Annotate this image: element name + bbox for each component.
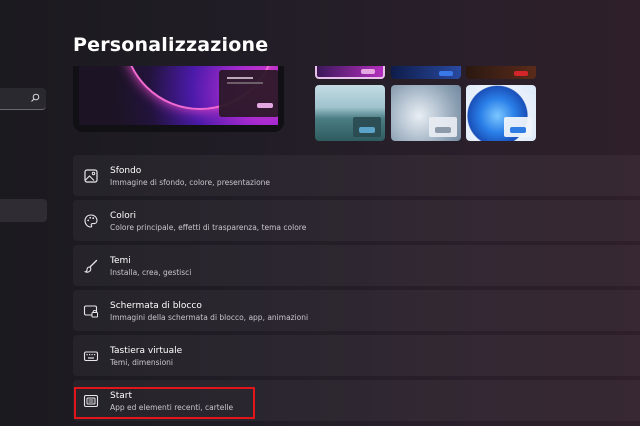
keyboard-icon — [83, 351, 99, 362]
navigation-pane — [0, 0, 54, 426]
preview-window-line — [227, 82, 263, 84]
page-title: Personalizzazione — [73, 34, 269, 56]
setting-title: Tastiera virtuale — [110, 346, 183, 356]
image-icon — [84, 169, 98, 183]
search-input[interactable] — [0, 88, 30, 108]
theme-accent-swatch — [359, 127, 375, 133]
theme-thumbnail-captured-motion[interactable] — [391, 85, 461, 141]
theme-thumbnail-glow[interactable] — [315, 66, 385, 79]
preview-window-line — [227, 77, 253, 79]
theme-thumbnail-blue[interactable] — [391, 66, 461, 79]
nav-item-personalization[interactable] — [0, 199, 47, 222]
setting-tastiera-virtuale[interactable]: Tastiera virtuale Temi, dimensioni — [73, 335, 640, 376]
desktop-preview — [73, 66, 284, 132]
search-box[interactable] — [0, 88, 46, 110]
theme-accent-swatch — [514, 71, 528, 76]
preview-accent-button — [257, 103, 273, 108]
theme-accent-swatch — [435, 127, 451, 133]
setting-description: Immagini della schermata di blocco, app,… — [110, 313, 309, 322]
palette-icon — [84, 214, 98, 228]
setting-start[interactable]: Start App ed elementi recenti, cartelle — [73, 380, 640, 421]
lock-screen-icon — [83, 305, 98, 318]
setting-colori[interactable]: Colori Colore principale, effetti di tra… — [73, 200, 640, 241]
setting-title: Temi — [110, 256, 131, 266]
theme-thumbnail-lake[interactable] — [315, 85, 385, 141]
setting-title: Colori — [110, 211, 136, 221]
setting-description: Colore principale, effetti di trasparenz… — [110, 223, 307, 232]
brush-icon — [83, 259, 98, 273]
theme-accent-swatch — [510, 127, 526, 133]
setting-schermata-di-blocco[interactable]: Schermata di blocco Immagini della scher… — [73, 290, 640, 331]
theme-thumbnail-bloom[interactable] — [466, 85, 536, 141]
theme-accent-swatch — [439, 71, 453, 76]
preview-window — [219, 70, 278, 117]
setting-description: Installa, crea, gestisci — [110, 268, 192, 277]
start-icon — [83, 394, 99, 408]
setting-description: Temi, dimensioni — [110, 358, 174, 367]
settings-window: Personalizzazione Sfondo Immagine di sfo… — [0, 0, 640, 426]
theme-thumbnail-red[interactable] — [466, 66, 536, 79]
theme-accent-swatch — [361, 69, 375, 74]
setting-description: Immagine di sfondo, colore, presentazion… — [110, 178, 271, 187]
setting-description: App ed elementi recenti, cartelle — [110, 403, 234, 412]
settings-list: Sfondo Immagine di sfondo, colore, prese… — [73, 155, 640, 425]
setting-title: Sfondo — [110, 166, 142, 176]
setting-title: Start — [110, 391, 132, 401]
setting-sfondo[interactable]: Sfondo Immagine di sfondo, colore, prese… — [73, 155, 640, 196]
setting-title: Schermata di blocco — [110, 301, 202, 311]
search-icon[interactable] — [30, 93, 40, 103]
preview-wallpaper — [79, 66, 278, 125]
setting-temi[interactable]: Temi Installa, crea, gestisci — [73, 245, 640, 286]
